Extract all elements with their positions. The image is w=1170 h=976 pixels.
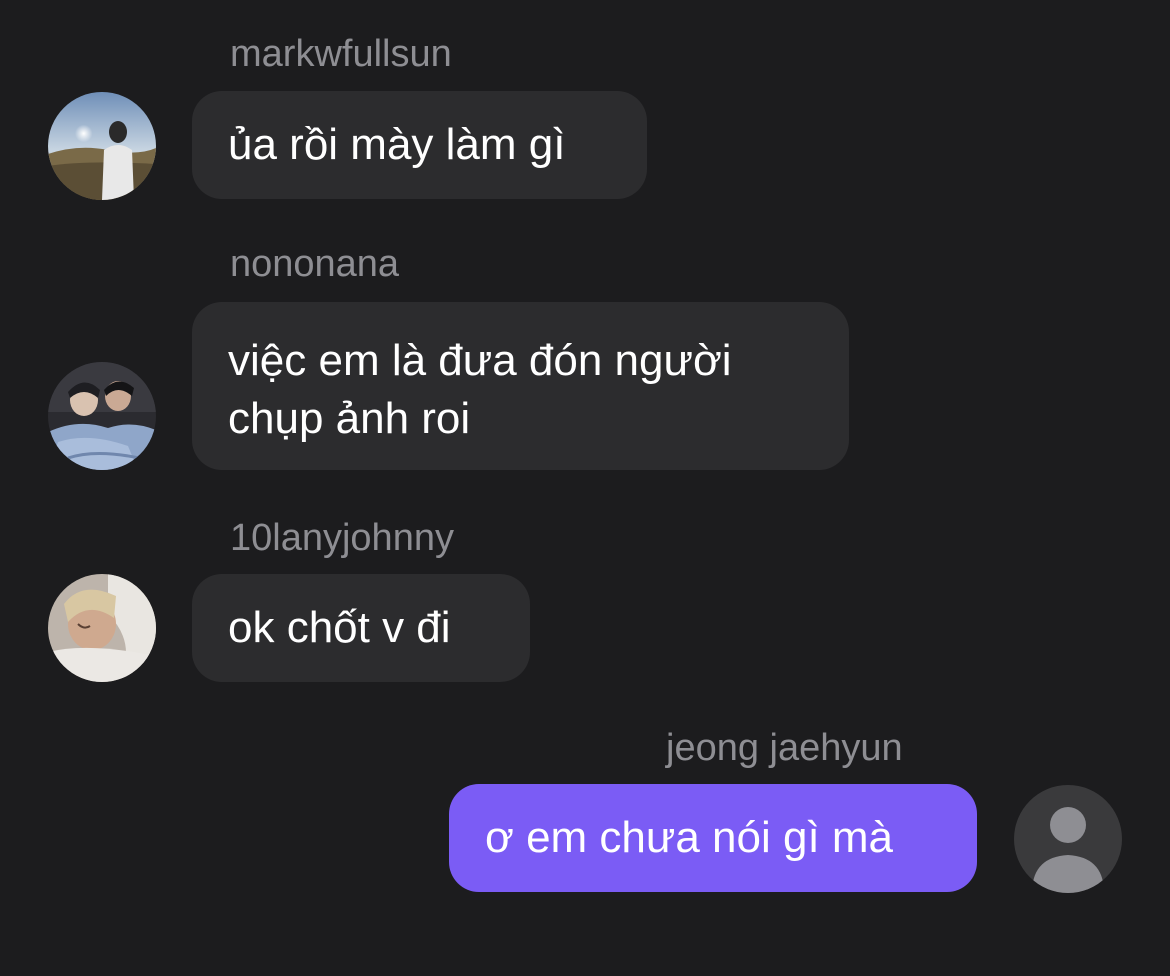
user-avatar-icon[interactable]	[48, 574, 156, 682]
sender-name: jeong jaehyun	[666, 727, 903, 769]
message-bubble[interactable]: ủa rồi mày làm gì	[192, 91, 647, 199]
message-text: ủa rồi mày làm gì	[228, 120, 566, 169]
message-bubble[interactable]: ơ em chưa nói gì mà	[449, 784, 977, 892]
sender-name: markwfullsun	[230, 33, 452, 75]
message-bubble[interactable]: ok chốt v đi	[192, 574, 530, 682]
message-bubble[interactable]: việc em là đưa đón người chụp ảnh roi	[192, 302, 849, 470]
sender-name: 10lanyjohnny	[230, 517, 454, 559]
sender-name: nononana	[230, 243, 400, 285]
message-text: chụp ảnh roi	[228, 394, 471, 443]
message-text: việc em là đưa đón người	[228, 336, 732, 385]
user-avatar-icon[interactable]	[48, 92, 156, 200]
default-user-icon[interactable]	[1014, 785, 1122, 893]
user-avatar-icon[interactable]	[48, 362, 156, 470]
message-text: ok chốt v đi	[228, 603, 451, 652]
message-text: ơ em chưa nói gì mà	[485, 813, 894, 862]
